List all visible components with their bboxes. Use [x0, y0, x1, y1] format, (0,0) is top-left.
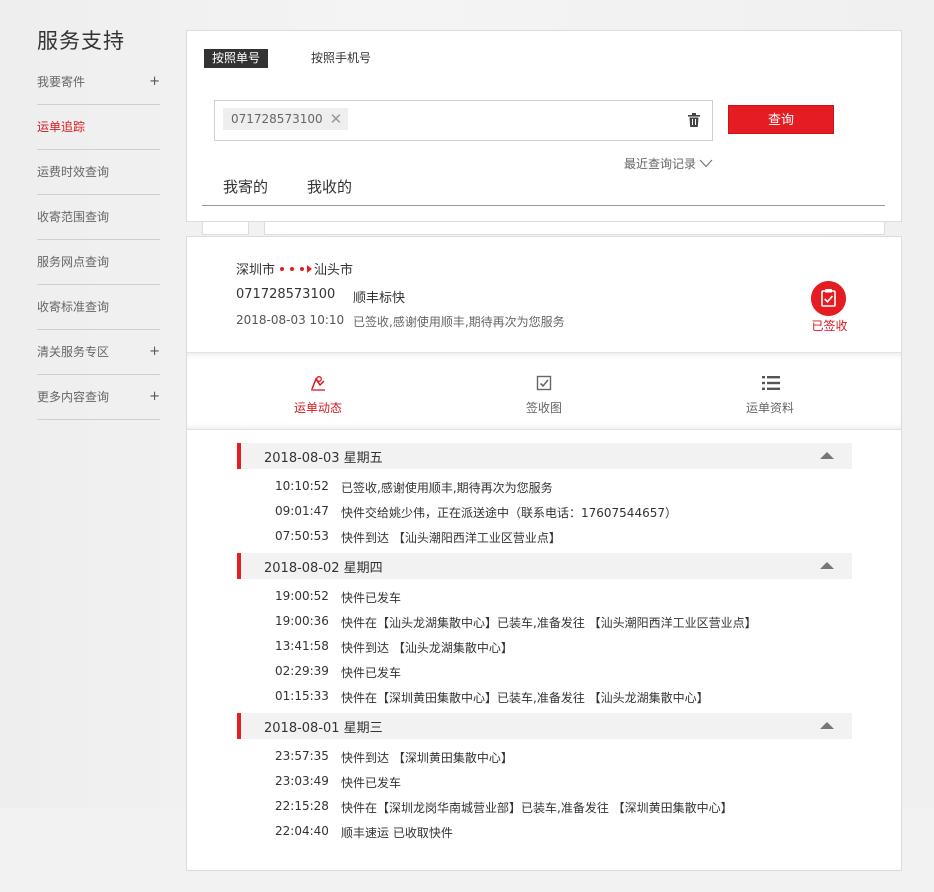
event-time: 09:01:47 — [275, 504, 329, 518]
sidebar-item-send[interactable]: 我要寄件 + — [37, 60, 160, 105]
event-time: 19:00:52 — [275, 589, 329, 603]
tab-waybill-info[interactable]: 运单资料 — [710, 353, 830, 431]
event-description: 快件已发车 — [341, 776, 402, 790]
sidebar-item-outlets[interactable]: 服务网点查询 — [37, 240, 160, 285]
trash-icon[interactable] — [688, 113, 700, 127]
event-description: 快件在【汕头龙湖集散中心】已装车,准备发往 【汕头潮阳西洋工业区营业点】 — [341, 616, 757, 630]
collapse-triangle-icon[interactable] — [820, 722, 834, 729]
sidebar-title: 服务支持 — [37, 29, 125, 53]
event-time: 01:15:33 — [275, 689, 329, 703]
event-time: 02:29:39 — [275, 664, 329, 678]
event-description: 顺丰速运 已收取快件 — [341, 826, 453, 840]
chip-remove-icon[interactable]: ✕ — [330, 108, 343, 130]
tab-signature[interactable]: 签收图 — [484, 353, 604, 431]
signed-status-label: 已签收 — [811, 319, 848, 333]
query-button[interactable]: 查询 — [728, 105, 834, 134]
destination-city: 汕头市 — [314, 263, 354, 278]
tab-sent-by-me[interactable]: 我寄的 — [223, 176, 268, 197]
recent-queries-toggle[interactable]: 最近查询记录 — [624, 155, 713, 172]
waybill-chip: 071728573100 ✕ — [223, 108, 349, 130]
day-header[interactable]: 2018-08-03 星期五 — [237, 443, 852, 469]
signature-image-icon — [536, 375, 552, 391]
event-time: 22:04:40 — [275, 824, 329, 838]
tab-by-waybill-number[interactable]: 按照单号 — [204, 49, 269, 68]
sidebar-item-label: 收寄标准查询 — [37, 300, 110, 314]
tracking-result-panel: 深圳市 汕头市 071728573100 顺丰标快 2018-08-03 10:… — [186, 236, 902, 871]
last-update-time: 2018-08-03 10:10 — [236, 313, 345, 327]
event-description: 快件到达 【深圳黄田集散中心】 — [341, 751, 513, 765]
expand-plus-icon[interactable]: + — [149, 60, 160, 104]
event-time: 22:15:28 — [275, 799, 329, 813]
route: 深圳市 汕头市 — [236, 259, 353, 278]
day-date: 2018-08-02 星期四 — [264, 561, 383, 576]
event-time: 19:00:36 — [275, 614, 329, 628]
footer-divider-left — [202, 221, 249, 235]
event-time: 23:03:49 — [275, 774, 329, 788]
expand-plus-icon[interactable]: + — [149, 375, 160, 419]
event-time: 07:50:53 — [275, 529, 329, 543]
event-description: 快件已发车 — [341, 666, 402, 680]
sidebar-item-label: 更多内容查询 — [37, 390, 110, 404]
sidebar-item-coverage[interactable]: 收寄范围查询 — [37, 195, 160, 240]
recent-queries-label: 最近查询记录 — [624, 157, 697, 171]
tab-waybill-info-label: 运单资料 — [745, 401, 794, 415]
event-description: 快件在【深圳黄田集散中心】已装车,准备发往 【汕头龙湖集散中心】 — [341, 691, 709, 705]
event-time: 13:41:58 — [275, 639, 329, 653]
tab-tracking-label: 运单动态 — [293, 401, 342, 415]
sidebar-item-more[interactable]: 更多内容查询 + — [37, 375, 160, 420]
sidebar-item-label: 清关服务专区 — [37, 345, 110, 359]
event-description: 快件到达 【汕头潮阳西洋工业区营业点】 — [341, 531, 561, 545]
event-description: 快件到达 【汕头龙湖集散中心】 — [341, 641, 513, 655]
day-header[interactable]: 2018-08-01 星期三 — [237, 713, 852, 739]
sidebar-item-label: 运单追踪 — [37, 120, 86, 134]
chevron-down-icon — [699, 159, 713, 168]
day-date: 2018-08-01 星期三 — [264, 721, 383, 736]
sidebar-item-label: 服务网点查询 — [37, 255, 110, 269]
tab-tracking[interactable]: 运单动态 — [258, 353, 378, 431]
footer-divider-right — [264, 221, 885, 235]
sidebar-item-freight-time[interactable]: 运费时效查询 — [37, 150, 160, 195]
collapse-triangle-icon[interactable] — [820, 452, 834, 459]
shipment-summary: 深圳市 汕头市 071728573100 顺丰标快 2018-08-03 10:… — [187, 237, 901, 352]
event-description: 已签收,感谢使用顺丰,期待再次为您服务 — [341, 481, 553, 495]
query-panel-footer — [202, 221, 885, 235]
event-time: 23:57:35 — [275, 749, 329, 763]
mine-tabs: 我寄的 我收的 — [202, 176, 885, 206]
day-date: 2018-08-03 星期五 — [264, 451, 383, 466]
waybill-chip-value: 071728573100 — [231, 112, 323, 126]
waybill-search-input[interactable]: 071728573100 ✕ — [214, 100, 713, 141]
tab-by-phone-number[interactable]: 按照手机号 — [311, 49, 371, 68]
sidebar-item-standards[interactable]: 收寄标准查询 — [37, 285, 160, 330]
sidebar-item-label: 我要寄件 — [37, 75, 86, 89]
event-description: 快件已发车 — [341, 591, 402, 605]
sidebar-item-label: 运费时效查询 — [37, 165, 110, 179]
event-description: 快件在【深圳龙岗华南城营业部】已装车,准备发往 【深圳黄田集散中心】 — [341, 801, 733, 815]
day-header[interactable]: 2018-08-02 星期四 — [237, 553, 852, 579]
last-status-text: 已签收,感谢使用顺丰,期待再次为您服务 — [353, 315, 565, 329]
sidebar-item-tracking[interactable]: 运单追踪 — [37, 105, 160, 150]
sidebar-item-customs[interactable]: 清关服务专区 + — [37, 330, 160, 375]
product-type: 顺丰标快 — [353, 291, 406, 306]
event-description: 快件交给姚少伟，正在派送途中（联系电话：17607544657） — [341, 506, 677, 520]
expand-plus-icon[interactable]: + — [149, 330, 160, 374]
tab-signature-label: 签收图 — [525, 401, 562, 415]
route-arrow-icon — [277, 264, 313, 273]
tab-received-by-me[interactable]: 我收的 — [307, 176, 352, 197]
sidebar: 服务支持 我要寄件 + 运单追踪 运费时效查询 收寄范围查询 服务网点查询 收寄… — [37, 26, 160, 420]
signed-clipboard-icon — [811, 281, 846, 316]
list-icon — [762, 376, 780, 390]
collapse-triangle-icon[interactable] — [820, 562, 834, 569]
event-time: 10:10:52 — [275, 479, 329, 493]
sidebar-item-label: 收寄范围查询 — [37, 210, 110, 224]
detail-tabs: 运单动态 签收图 运单资料 — [187, 352, 901, 430]
origin-city: 深圳市 — [236, 263, 276, 278]
route-pin-icon — [311, 376, 325, 391]
waybill-number: 071728573100 — [236, 287, 336, 302]
query-panel: 按照单号 按照手机号 071728573100 ✕ 查询 最近查询记录 我寄的 … — [186, 30, 902, 235]
